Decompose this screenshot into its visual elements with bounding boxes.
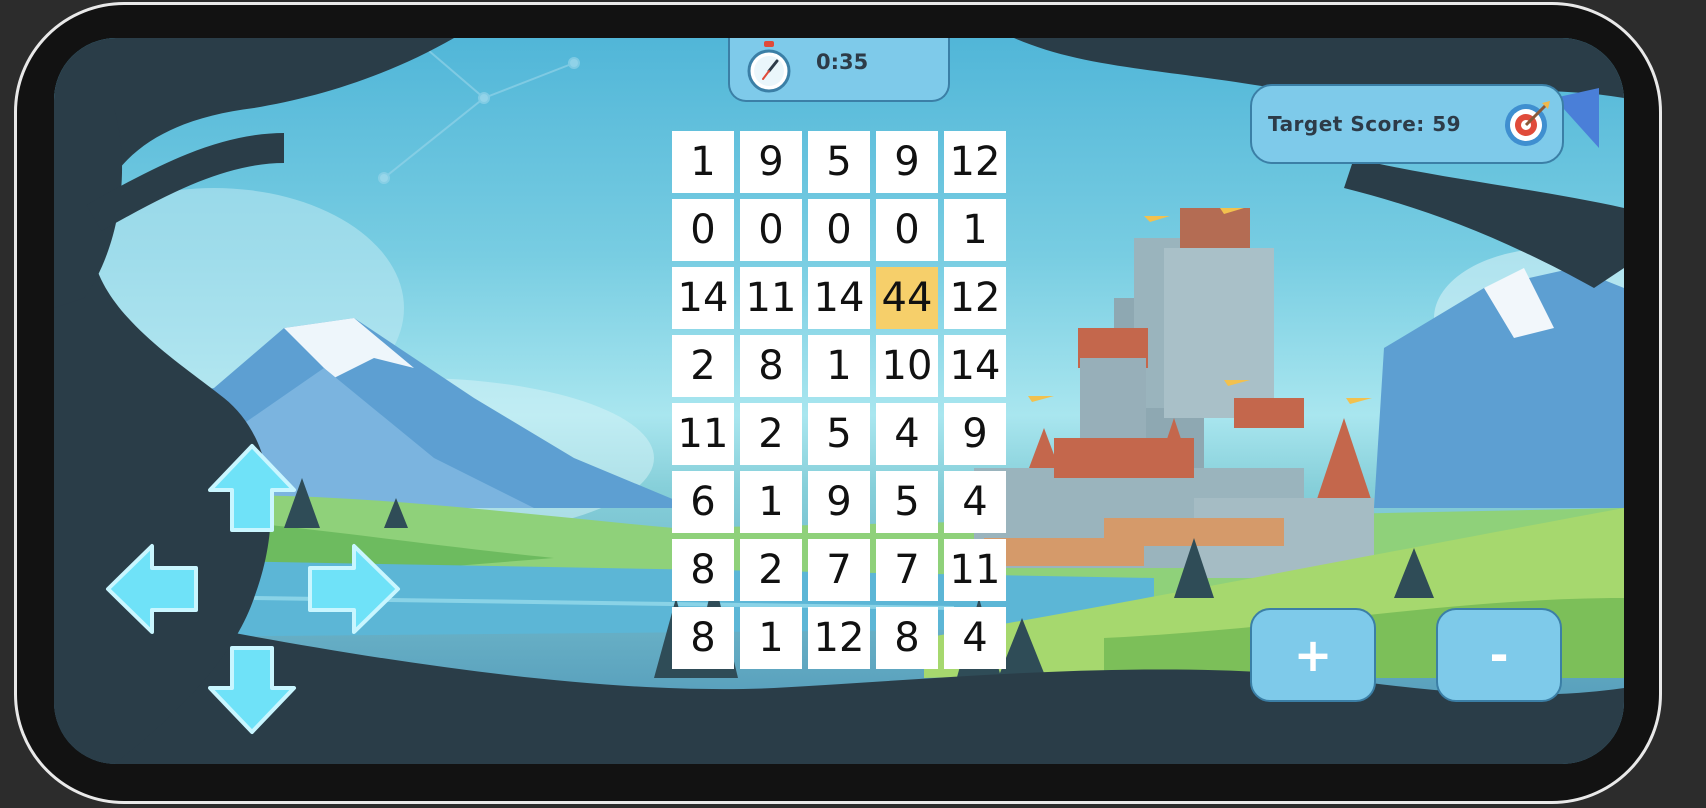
target-score-label: Target Score: 59 [1268, 112, 1462, 136]
grid-cell[interactable]: 2 [740, 403, 802, 465]
grid-cell[interactable]: 14 [672, 267, 734, 329]
grid-cell[interactable]: 5 [808, 131, 870, 193]
grid-cell-selected[interactable]: 44 [876, 267, 938, 329]
grid-cell[interactable]: 4 [944, 471, 1006, 533]
grid-cell[interactable]: 5 [876, 471, 938, 533]
grid-cell[interactable]: 5 [808, 403, 870, 465]
timer-panel: 0:35 [728, 38, 950, 102]
grid-cell[interactable]: 0 [672, 199, 734, 261]
grid-cell[interactable]: 4 [944, 607, 1006, 669]
up-arrow-icon [208, 444, 296, 532]
move-right-button[interactable] [304, 542, 402, 636]
grid-cell[interactable]: 9 [740, 131, 802, 193]
grid-cell[interactable]: 2 [672, 335, 734, 397]
grid-cell[interactable]: 12 [808, 607, 870, 669]
move-left-button[interactable] [104, 542, 202, 636]
grid-cell[interactable]: 8 [672, 607, 734, 669]
right-arrow-icon [308, 544, 400, 634]
grid-cell[interactable]: 1 [672, 131, 734, 193]
grid-cell[interactable]: 1 [740, 607, 802, 669]
move-up-button[interactable] [206, 442, 298, 536]
grid-cell[interactable]: 1 [740, 471, 802, 533]
stopwatch-icon [747, 41, 791, 93]
grid-cell[interactable]: 1 [944, 199, 1006, 261]
target-icon [1505, 101, 1550, 146]
grid-cell[interactable]: 0 [808, 199, 870, 261]
grid-cell[interactable]: 9 [876, 131, 938, 193]
grid-cell[interactable]: 11 [740, 267, 802, 329]
grid-cell[interactable]: 4 [876, 403, 938, 465]
grid-cell[interactable]: 7 [876, 539, 938, 601]
down-arrow-icon [208, 646, 296, 734]
grid-cell[interactable]: 7 [808, 539, 870, 601]
plus-button[interactable]: + [1250, 608, 1376, 702]
grid-cell[interactable]: 11 [944, 539, 1006, 601]
grid-cell[interactable]: 6 [672, 471, 734, 533]
grid-cell[interactable]: 12 [944, 267, 1006, 329]
grid-cell[interactable]: 9 [808, 471, 870, 533]
grid-cell[interactable]: 8 [672, 539, 734, 601]
castle-illustration [974, 208, 1374, 578]
grid-cell[interactable]: 8 [876, 607, 938, 669]
grid-cell[interactable]: 10 [876, 335, 938, 397]
grid-cell[interactable]: 14 [944, 335, 1006, 397]
grid-cell[interactable]: 14 [808, 267, 870, 329]
timer-value: 0:35 [816, 50, 869, 74]
grid-cell[interactable]: 1 [808, 335, 870, 397]
left-arrow-icon [106, 544, 198, 634]
move-down-button[interactable] [206, 642, 298, 736]
grid-cell[interactable]: 11 [672, 403, 734, 465]
grid-cell[interactable]: 0 [876, 199, 938, 261]
grid-cell[interactable]: 0 [740, 199, 802, 261]
grid-cell[interactable]: 9 [944, 403, 1006, 465]
number-grid: 1 9 5 9 12 0 0 0 0 1 14 11 14 44 12 2 8 1 10 14 11 2 5 4 9 6 1 9 5 4 8… [672, 131, 1006, 669]
grid-cell[interactable]: 8 [740, 335, 802, 397]
grid-cell[interactable]: 12 [944, 131, 1006, 193]
minus-button[interactable]: - [1436, 608, 1562, 702]
target-score-panel: Target Score: 59 [1250, 84, 1564, 164]
grid-cell[interactable]: 2 [740, 539, 802, 601]
